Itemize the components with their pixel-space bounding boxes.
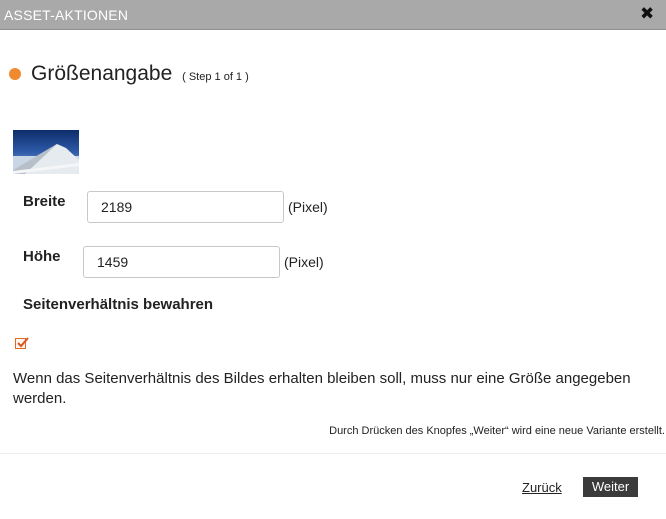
width-input[interactable]: [87, 191, 284, 223]
aspect-ratio-label: Seitenverhältnis bewahren: [23, 296, 214, 313]
step-indicator-dot: [9, 68, 21, 80]
back-button[interactable]: Zurück: [522, 480, 562, 495]
step-heading: Größenangabe ( Step 1 of 1 ): [31, 62, 249, 86]
height-label: Höhe: [23, 248, 61, 265]
width-unit: (Pixel): [288, 199, 328, 215]
width-label: Breite: [23, 193, 66, 210]
step-title: Größenangabe: [31, 62, 173, 85]
height-input[interactable]: [83, 246, 280, 278]
dialog-title: ASSET-AKTIONEN: [4, 7, 129, 23]
dialog-titlebar: ASSET-AKTIONEN ✖: [0, 0, 666, 30]
checkmark-icon: [17, 337, 29, 348]
aspect-ratio-checkbox[interactable]: [15, 337, 29, 349]
aspect-ratio-info: Wenn das Seitenverhältnis des Bildes erh…: [13, 370, 631, 407]
next-button[interactable]: Weiter: [583, 477, 638, 497]
height-unit: (Pixel): [284, 254, 324, 270]
footer-divider: [0, 453, 666, 454]
close-icon[interactable]: ✖: [640, 4, 656, 24]
asset-thumbnail: [13, 130, 79, 174]
step-progress: ( Step 1 of 1 ): [182, 71, 249, 83]
variant-note: Durch Drücken des Knopfes „Weiter“ wird …: [329, 425, 665, 437]
